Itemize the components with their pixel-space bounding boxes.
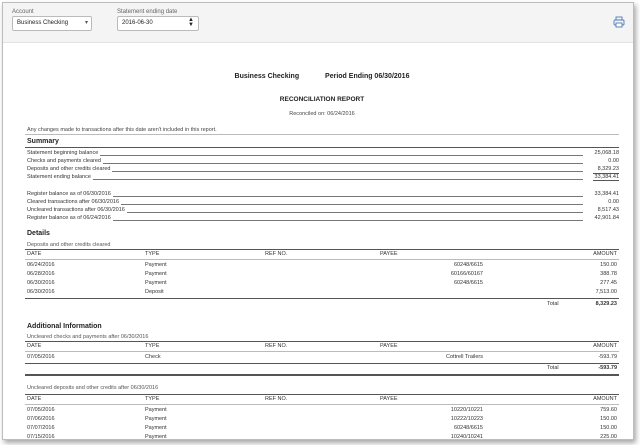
additional-info-heading: Additional Information — [27, 323, 102, 330]
statement-date-label: Statement ending date — [117, 9, 178, 15]
divider — [25, 134, 619, 135]
register-row: Register balance as of 06/30/2016 33,384… — [27, 191, 619, 197]
table-row: 07/05/2016 Payment 10220/10221 759.60 — [27, 407, 617, 413]
table-header: DATE TYPE REF NO. PAYEE AMOUNT — [27, 396, 617, 402]
divider — [25, 351, 619, 352]
toolbar: Account Business Checking ▾ Statement en… — [3, 3, 633, 43]
divider — [25, 404, 619, 405]
account-select[interactable]: Business Checking ▾ — [12, 16, 92, 31]
report-period: Period Ending 06/30/2016 — [325, 73, 410, 80]
table-header: DATE TYPE REF NO. PAYEE AMOUNT — [27, 251, 617, 257]
up-down-arrows-icon: ▲ ▼ — [188, 17, 194, 28]
details-heading: Details — [27, 230, 50, 237]
account-label: Account — [12, 9, 34, 15]
summary-heading: Summary — [27, 138, 59, 145]
summary-row: Checks and payments cleared 0.00 — [27, 158, 619, 164]
deposits-subheading: Deposits and other credits cleared — [27, 242, 111, 248]
total-value: 8,329.23 — [595, 301, 617, 307]
table-row: 06/24/2016 Payment 60248/6615 150.00 — [27, 262, 617, 268]
report-account-name: Business Checking — [234, 73, 300, 80]
divider — [25, 259, 619, 260]
register-row: Register balance as of 06/24/2016 42,901… — [27, 215, 619, 221]
table-header: DATE TYPE REF NO. PAYEE AMOUNT — [27, 343, 617, 349]
app-window: Account Business Checking ▾ Statement en… — [2, 2, 634, 440]
account-select-value: Business Checking — [17, 20, 69, 26]
report-title: RECONCILIATION REPORT — [279, 96, 365, 103]
uncleared-checks-subheading: Uncleared checks and payments after 06/3… — [27, 334, 149, 340]
register-row: Uncleared transactions after 06/30/2016 … — [27, 207, 619, 213]
uncleared-deposits-subheading: Uncleared deposits and other credits aft… — [27, 385, 159, 391]
total-label: Total — [547, 365, 559, 371]
table-row: 06/30/2016 Payment 60248/6615 277.45 — [27, 280, 617, 286]
total-value: -593.79 — [598, 365, 617, 371]
divider — [25, 298, 619, 299]
printer-icon[interactable] — [613, 16, 625, 28]
divider — [25, 147, 619, 148]
chevron-down-icon: ▾ — [84, 20, 88, 26]
statement-date-value: 2016-06-30 — [122, 20, 153, 26]
summary-row: Deposits and other credits cleared 8,329… — [27, 166, 619, 172]
total-row: Total 8,329.23 — [25, 300, 619, 309]
divider — [25, 374, 619, 376]
table-row: 06/28/2016 Payment 60166/60167 388.78 — [27, 271, 617, 277]
register-row: Cleared transactions after 06/30/2016 0.… — [27, 199, 619, 205]
reconciled-on: Reconciled on: 06/24/2016 — [289, 111, 355, 117]
table-row: 07/07/2016 Payment 60248/6615 150.00 — [27, 425, 617, 431]
statement-date-select[interactable]: 2016-06-30 ▲ ▼ — [117, 16, 199, 31]
report-header: Business Checking Period Ending 06/30/20… — [25, 73, 619, 80]
table-row: 07/06/2016 Payment 10222/10223 150.00 — [27, 416, 617, 422]
total-label: Total — [547, 301, 559, 307]
summary-row: Statement beginning balance 25,068.18 — [27, 150, 619, 156]
table-row: 06/30/2016 Deposit 7,513.00 — [27, 289, 617, 295]
total-row: Total -593.79 — [25, 364, 619, 373]
table-row: 07/15/2016 Payment 10240/10241 225.00 — [27, 434, 617, 440]
table-row: 07/05/2016 Check Cottrell Trailers -593.… — [27, 354, 617, 360]
report-note: Any changes made to transactions after t… — [27, 127, 217, 133]
summary-row: Statement ending balance 33,384.41 — [27, 173, 619, 181]
